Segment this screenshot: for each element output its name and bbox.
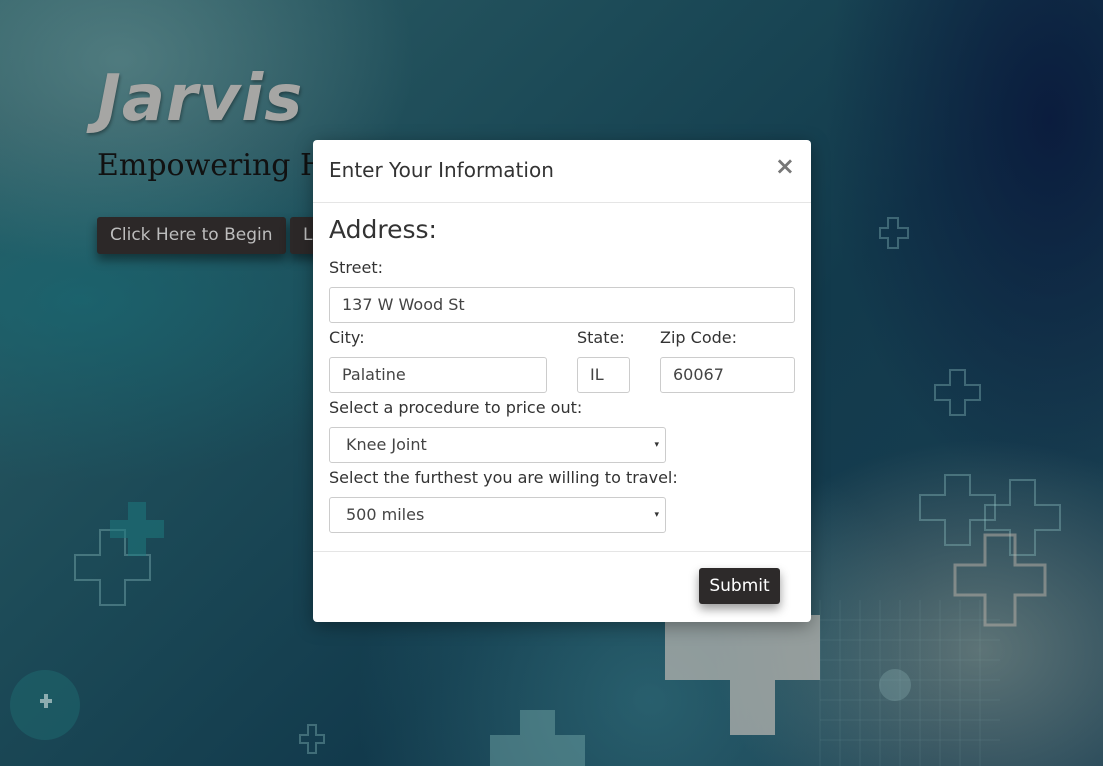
zip-input[interactable]: 60067 [660,357,795,393]
city-input[interactable]: Palatine [329,357,547,393]
modal-title: Enter Your Information [329,158,554,182]
information-modal: Enter Your Information × Address: Street… [313,140,811,622]
procedure-selected-value: Knee Joint [346,435,427,454]
dropdown-caret-icon: ▾ [654,510,659,520]
modal-header: Enter Your Information × [313,140,811,203]
dropdown-caret-icon: ▾ [654,440,659,450]
distance-select[interactable]: 500 miles ▾ [329,497,666,533]
state-input[interactable]: IL [577,357,630,393]
street-label: Street: [329,258,384,277]
hero-tagline: Empowering He [97,148,344,183]
close-icon[interactable]: × [775,152,795,180]
hero-section: Jarvis Empowering He [97,62,344,183]
address-heading: Address: [329,215,437,244]
zip-label: Zip Code: [660,328,737,347]
brand-logo: Jarvis [97,62,304,136]
procedure-label: Select a procedure to price out: [329,398,583,417]
city-label: City: [329,328,365,347]
begin-button[interactable]: Click Here to Begin [97,217,286,254]
distance-label: Select the furthest you are willing to t… [329,468,678,487]
street-input[interactable]: 137 W Wood St [329,287,795,323]
procedure-select[interactable]: Knee Joint ▾ [329,427,666,463]
submit-button[interactable]: Submit [699,568,780,604]
state-label: State: [577,328,625,347]
distance-selected-value: 500 miles [346,505,425,524]
